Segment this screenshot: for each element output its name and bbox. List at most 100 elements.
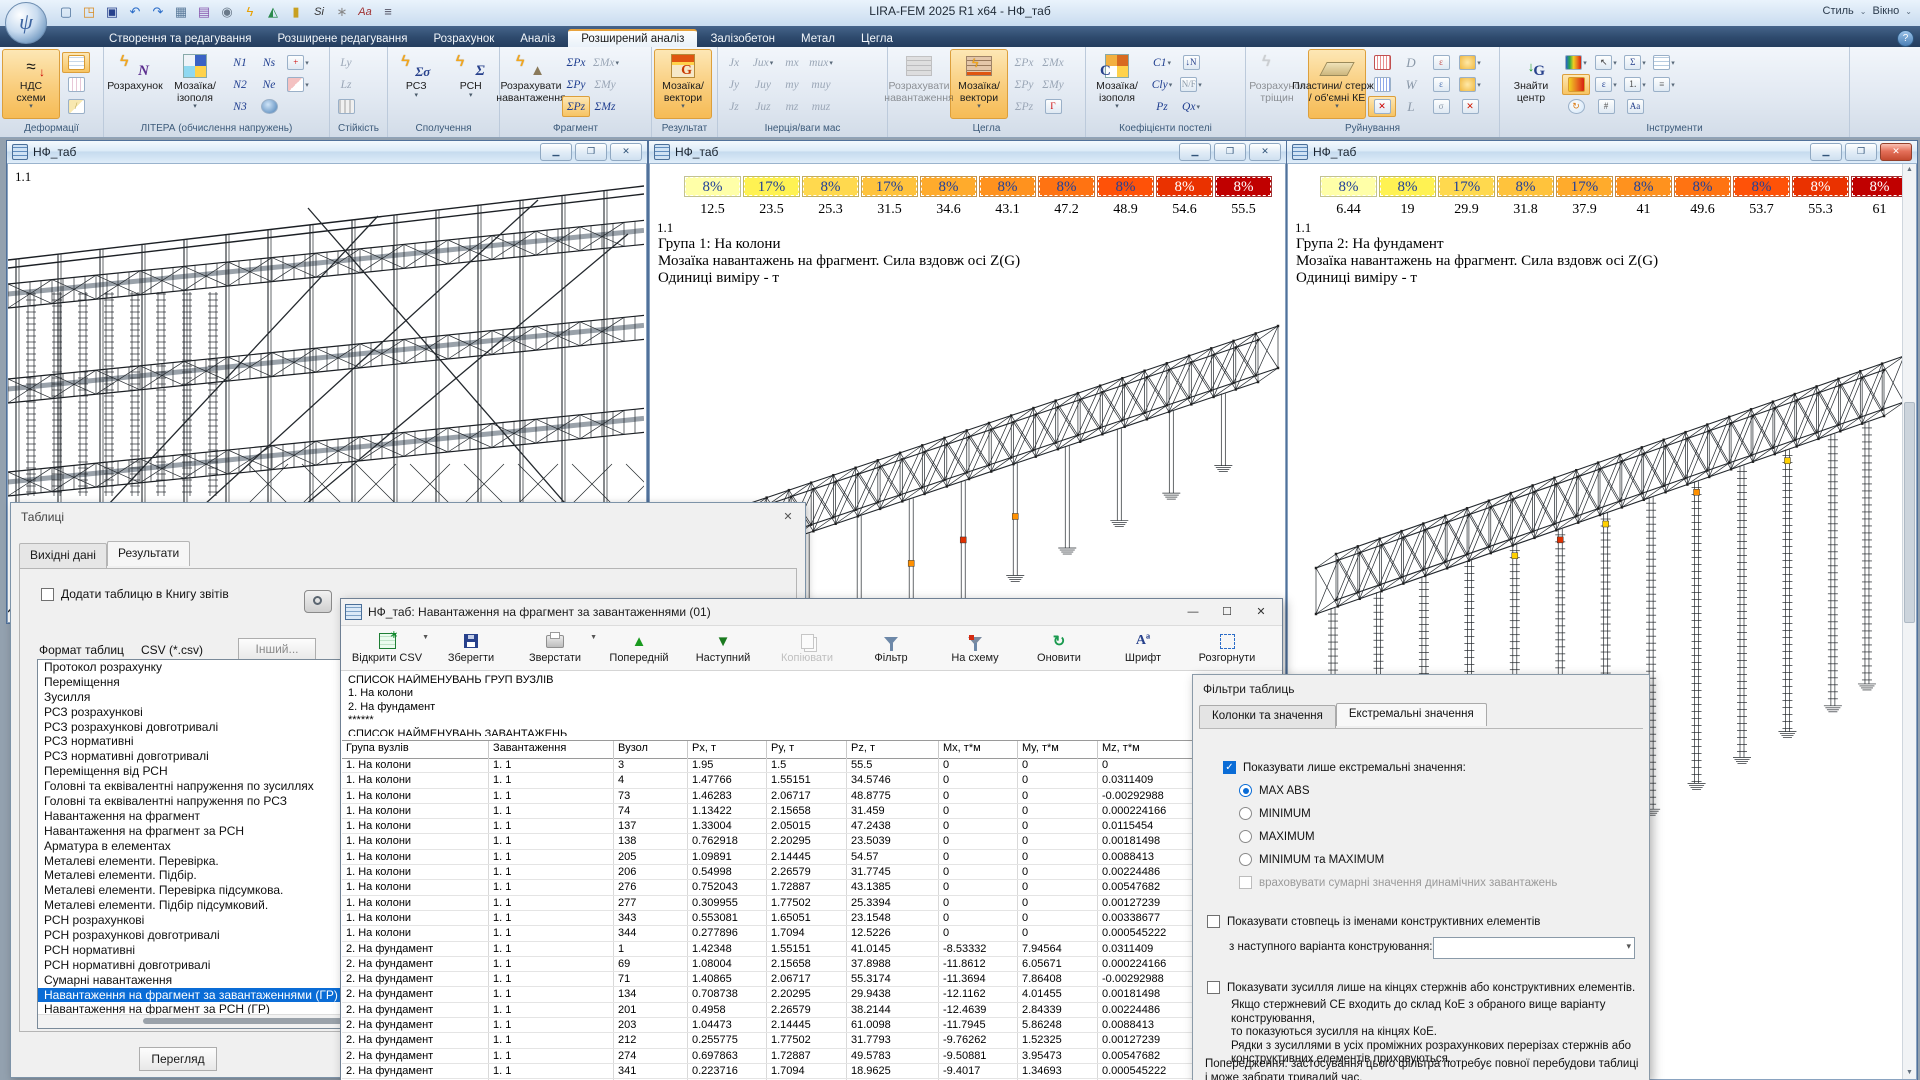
vertical-scrollbar[interactable]: ▲ ▼ [1902, 164, 1916, 1079]
ruler2-icon[interactable] [1368, 74, 1396, 95]
ribbon-small-σpz[interactable]: ΣPz [1010, 96, 1038, 117]
table-row[interactable]: 2. На фундамент1. 111.423481.5515141.014… [342, 942, 1281, 957]
dialog-tab-2[interactable]: Результати [107, 541, 190, 566]
table-row[interactable]: 1. На колони1. 13430.5530811.6505123.154… [342, 911, 1281, 926]
ribbon-tab-1[interactable]: Створення та редагування [96, 30, 265, 47]
scrollbar-thumb[interactable] [1904, 402, 1915, 624]
toolbar-copy-button[interactable]: Копіювати [765, 626, 849, 670]
show-names-checkbox[interactable] [1207, 915, 1220, 928]
toolbar-up-arrow-button[interactable]: ▲Попередній [597, 626, 681, 670]
close-button[interactable]: ✕ [1249, 143, 1281, 161]
table-row[interactable]: 1. На колони1. 11371.330042.0501547.2438… [342, 819, 1281, 834]
ribbon-tab-3[interactable]: Розрахунок [420, 30, 507, 47]
ribbon-tab-4[interactable]: Аналіз [507, 30, 568, 47]
app-logo-icon[interactable]: ψ [5, 2, 47, 44]
dialog-tab-1[interactable]: Вихідні дані [19, 543, 107, 568]
prism-icon[interactable]: ▾ [284, 74, 312, 95]
window-titlebar[interactable]: НФ_таб ▁ ❐ ✕ [1287, 141, 1917, 164]
ribbon-button-мозаїка-вектори[interactable]: Мозаїка/вектори▾ [654, 49, 712, 119]
table-row[interactable]: 1. На колони1. 12760.7520431.7288743.138… [342, 880, 1281, 895]
ribbon-small-ne[interactable]: Ne [255, 74, 283, 95]
add-to-report-checkbox[interactable] [41, 588, 54, 601]
toolbar-refresh-button[interactable]: ↻Оновити [1017, 626, 1101, 670]
ribbon-small-σmy[interactable]: ΣMy [591, 74, 619, 95]
ribbon-small-σpy[interactable]: ΣPy [1010, 74, 1038, 95]
ribbon-small-σpx[interactable]: ΣPx [562, 52, 590, 73]
ribbon-small-σmz[interactable]: ΣMz [591, 96, 619, 117]
ribbon-tab-8[interactable]: Цегла [848, 30, 906, 47]
emin-icon[interactable]: ε [1427, 74, 1455, 95]
close-button[interactable]: ✕ [610, 143, 642, 161]
ribbon-small-mz[interactable]: mz [778, 96, 806, 117]
box123-icon[interactable]: ⒈▾ [1621, 74, 1649, 95]
ribbon-small-mux[interactable]: mux▾ [807, 52, 835, 73]
save-icon[interactable]: ▣ [102, 2, 122, 22]
style-menu[interactable]: Стиль [1823, 5, 1854, 17]
column-header[interactable]: Завантаження [489, 741, 614, 758]
cursor-icon[interactable]: ↖▾ [1592, 52, 1620, 73]
ribbon-button-мозаїка-вектори[interactable]: ϟМозаїка/вектори▾ [950, 49, 1008, 119]
preview-button[interactable]: Перегляд [139, 1047, 217, 1071]
pencil-icon[interactable]: / [62, 96, 90, 117]
redo-icon[interactable]: ↷ [148, 2, 168, 22]
ribbon-small-jx[interactable]: Jx [720, 52, 748, 73]
table-filters-panel[interactable]: Фільтри таблиць Колонки та значенняЕкстр… [1192, 674, 1650, 1080]
table-row[interactable]: 1. На колони1. 12060.549982.2657931.7745… [342, 865, 1281, 880]
lred-icon[interactable]: Γ [1039, 96, 1067, 117]
ribbon-small-ly[interactable]: Ly [332, 52, 360, 73]
toolbar-funnel-button[interactable]: Фільтр [849, 626, 933, 670]
ribbon-small-cly[interactable]: Cly▾ [1148, 74, 1176, 95]
radio-minimum[interactable] [1239, 807, 1252, 820]
toolbar-print-button[interactable]: Зверстати▼ [513, 626, 597, 670]
maximize-button[interactable]: ❐ [1845, 143, 1877, 161]
zoomreload-icon[interactable]: ↻ [1562, 96, 1590, 117]
ribbon-button-розрахувати-навантаження[interactable]: Розрахуватинавантаження [890, 49, 948, 119]
ribbon-small-σpy[interactable]: ΣPy [562, 74, 590, 95]
table-row[interactable]: 2. На фундамент1. 12740.6978631.7288749.… [342, 1049, 1281, 1064]
extreme-values-checkbox[interactable] [1223, 761, 1236, 774]
column-header[interactable]: Mz, т*м [1098, 741, 1196, 758]
snapshot-icon[interactable]: ◉ [217, 2, 237, 22]
toolbar-expand-button[interactable]: Розгорнути [1185, 626, 1269, 670]
column-header[interactable]: Група вузлів [342, 741, 489, 758]
ribbon-button-мозаїка-ізополя[interactable]: Мозаїка/ізополя▾ [166, 49, 224, 119]
ribbon-button-рсн[interactable]: ϟΣРСН▾ [445, 49, 498, 119]
ribbon-small-σpz[interactable]: ΣPz [562, 96, 590, 117]
table-row[interactable]: 1. На колони1. 12051.098912.1444554.5700… [342, 850, 1281, 865]
ribbon-small-muy[interactable]: muy [807, 74, 835, 95]
filter-tab-1[interactable]: Колонки та значення [1199, 705, 1336, 728]
table-row[interactable]: 2. На фундамент1. 12031.044732.1444561.0… [342, 1018, 1281, 1033]
table-row[interactable]: 1. На колони1. 1741.134222.1565831.45900… [342, 804, 1281, 819]
xred-icon[interactable]: ✕ [1456, 96, 1484, 117]
scalebar-icon[interactable]: ▾ [1562, 52, 1590, 73]
table-row[interactable]: 1. На колони1. 12770.3099551.7750225.339… [342, 896, 1281, 911]
minimize-button[interactable]: ▁ [1810, 143, 1842, 161]
emax-icon[interactable]: ε [1427, 52, 1455, 73]
ribbon-small-σmx[interactable]: ΣMx [1039, 52, 1067, 73]
pack-model-icon[interactable]: ▦ [171, 2, 191, 22]
ribbon-small-lz[interactable]: Lz [332, 74, 360, 95]
ribbon-tab-7[interactable]: Метал [788, 30, 848, 47]
toolbar-down-arrow-button[interactable]: ▼Наступний [681, 626, 765, 670]
window-menu[interactable]: Вікно [1873, 5, 1900, 17]
new-document-icon[interactable]: ▢ [56, 2, 76, 22]
maximize-button[interactable]: ☐ [1210, 601, 1244, 623]
smax-icon[interactable]: σ [1427, 96, 1455, 117]
sum-dynamic-checkbox[interactable] [1239, 876, 1252, 889]
table-row[interactable]: 1. На колони1. 141.477661.5515134.574600… [342, 773, 1281, 788]
column-header[interactable]: Вузол [614, 741, 688, 758]
ribbon-button-пластини-стержні-об-ємні-ке[interactable]: Пластини/ стержні/ об'ємні КЕ▾ [1308, 49, 1366, 119]
close-icon[interactable]: ✕ [777, 508, 799, 526]
star2-icon[interactable]: ▾ [1456, 74, 1484, 95]
table-window-titlebar[interactable]: НФ_таб: Навантаження на фрагмент за зава… [341, 599, 1282, 626]
table-row[interactable]: 1. На колони1. 13440.2778961.709412.5226… [342, 926, 1281, 941]
ribbon-small-l[interactable]: L [1397, 96, 1425, 117]
ribbon-small-w[interactable]: W [1397, 74, 1425, 95]
ribbon-button-рсз[interactable]: ϟΣσРСЗ▾ [390, 49, 443, 119]
close-button[interactable]: ✕ [1244, 601, 1278, 623]
radio-maximum[interactable] [1239, 830, 1252, 843]
toolbar-open-csv-button[interactable]: Відкрити CSV▼ [345, 626, 429, 670]
ribbon-button-мозаїка-ізополя[interactable]: CМозаїка/ізополя▾ [1088, 49, 1146, 119]
column-header[interactable]: Mx, т*м [939, 741, 1018, 758]
scroll-up-icon[interactable]: ▲ [1903, 164, 1916, 176]
